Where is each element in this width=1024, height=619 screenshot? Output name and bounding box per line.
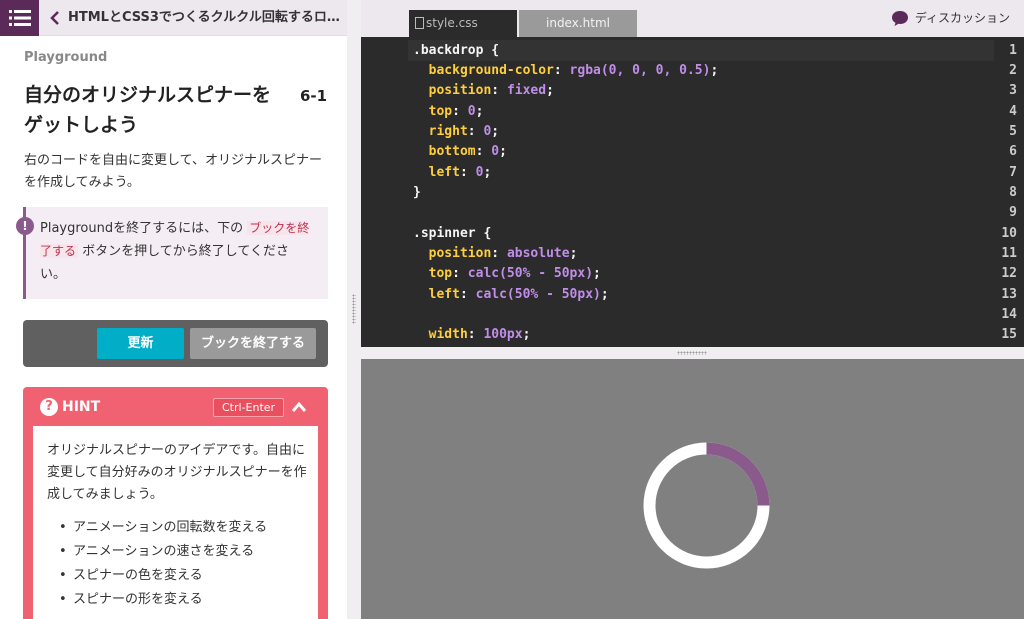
page-title: 自分のオリジナルスピナーをゲットしよう <box>24 84 272 136</box>
line-number: 8 <box>1009 185 1017 200</box>
code-line[interactable]: .backdrop { <box>413 43 499 58</box>
code-token-property: bottom <box>413 144 476 159</box>
end-book-button[interactable]: ブックを終了する <box>190 328 316 359</box>
code-line[interactable]: top: 0; <box>413 104 484 119</box>
code-line[interactable]: width: 100px; <box>413 327 531 342</box>
file-icon <box>415 17 424 29</box>
hint-shortcut: Ctrl-Enter <box>213 398 285 417</box>
splitter-grip-icon[interactable] <box>352 294 356 324</box>
code-token-property: top <box>413 266 453 281</box>
lesson-panel: HTMLとCSS3でつくるクルクル回転するローディングスピナー Playgrou… <box>0 0 347 619</box>
hint-title: HINT <box>62 399 101 415</box>
line-number: 11 <box>1001 246 1017 261</box>
editor-tabbar: style.css index.html ディスカッション <box>361 0 1024 37</box>
line-number: 5 <box>1009 124 1017 139</box>
code-line[interactable]: top: calc(50% - 50px); <box>413 266 601 281</box>
update-button[interactable]: 更新 <box>97 328 184 359</box>
code-editor[interactable]: 1 2 3 4 5 6 7 8 9 10 11 12 13 14 15 .bac… <box>361 37 1024 347</box>
list-item: アニメーションの回転数を変える <box>59 516 267 540</box>
code-token-property: background-color <box>413 63 554 78</box>
code-line[interactable]: left: calc(50% - 50px); <box>413 287 609 302</box>
discussion-label: ディスカッション <box>914 11 1010 25</box>
line-number: 12 <box>1001 266 1017 281</box>
back-chevron-icon[interactable] <box>49 9 61 27</box>
line-number: 10 <box>1001 226 1017 241</box>
code-token-property: right <box>413 124 468 139</box>
line-number: 4 <box>1009 104 1017 119</box>
code-token-value: fixed <box>506 83 547 98</box>
line-number: 13 <box>1001 287 1017 302</box>
code-token-property: position <box>413 246 492 261</box>
line-number: 14 <box>1001 307 1017 322</box>
preview-pane <box>361 359 1024 619</box>
lesson-topbar: HTMLとCSS3でつくるクルクル回転するローディングスピナー <box>0 0 347 36</box>
hint-panel: ? HINT Ctrl-Enter オリジナルスピナーのアイデアです。自由に変更… <box>23 387 328 619</box>
code-token-value: 0 <box>467 104 476 119</box>
code-line[interactable]: background-color: rgba(0, 0, 0, 0.5); <box>413 63 719 78</box>
hint-text: オリジナルスピナーのアイデアです。自由に変更して自分好みのオリジナルスピナーを作… <box>47 443 307 502</box>
code-token-value: rgba(0, 0, 0, 0.5) <box>569 63 711 78</box>
line-number: 3 <box>1009 83 1017 98</box>
code-token-value: 100px <box>483 327 523 342</box>
line-number: 15 <box>1001 327 1017 342</box>
tab-index-html[interactable]: index.html <box>519 10 637 37</box>
hamburger-icon <box>8 10 31 26</box>
speech-bubble-icon <box>891 11 908 26</box>
line-number: 1 <box>1009 43 1017 58</box>
notice-text-before: Playgroundを終了するには、下の <box>40 221 248 236</box>
code-token-value: calc(50% - 50px) <box>467 266 594 281</box>
code-line[interactable]: bottom: 0; <box>413 144 507 159</box>
notice-box: ! Playgroundを終了するには、下の ブックを終了する ボタンを押してか… <box>16 207 328 299</box>
code-token-value: calc(50% - 50px) <box>475 287 601 302</box>
list-item: スピナーの色を変える <box>59 564 267 588</box>
line-number: 7 <box>1009 165 1017 180</box>
menu-button[interactable] <box>0 0 39 36</box>
code-line[interactable]: } <box>413 185 421 200</box>
spinner-arc <box>706 442 770 506</box>
hint-body: オリジナルスピナーのアイデアです。自由に変更して自分好みのオリジナルスピナーを作… <box>33 426 318 619</box>
list-item: アニメーションの速さを変える <box>59 540 267 564</box>
code-line[interactable]: position: fixed; <box>413 83 554 98</box>
lesson-description: 右のコードを自由に変更して、オリジナルスピナーを作成してみよう。 <box>24 153 322 190</box>
list-item: スピナーの形を変える <box>59 588 267 612</box>
notice-text-after: ボタンを押してから終了してください。 <box>40 244 289 282</box>
discussion-link[interactable]: ディスカッション <box>891 9 1010 27</box>
question-icon: ? <box>40 398 58 416</box>
line-gutter <box>361 37 407 347</box>
code-token-value: 0 <box>491 144 500 159</box>
code-line[interactable]: left: 0; <box>413 165 492 180</box>
action-bar: 更新 ブックを終了する <box>23 320 328 367</box>
line-number: 2 <box>1009 63 1017 78</box>
chevron-up-icon[interactable] <box>291 400 307 414</box>
code-line[interactable]: position: absolute; <box>413 246 578 261</box>
code-token-property: left <box>413 165 460 180</box>
code-line[interactable]: .spinner { <box>413 226 491 241</box>
code-token-property: width <box>413 327 468 342</box>
tab-label: style.css <box>426 16 478 30</box>
splitter-grip-icon[interactable] <box>677 351 707 355</box>
code-token-value: absolute <box>506 246 570 261</box>
code-token-property: left <box>413 287 460 302</box>
vertical-splitter[interactable] <box>347 0 361 619</box>
exclamation-icon: ! <box>16 217 34 235</box>
horizontal-splitter[interactable] <box>361 347 1024 359</box>
code-token-property: top <box>413 104 453 119</box>
line-number: 6 <box>1009 144 1017 159</box>
code-line[interactable]: right: 0; <box>413 124 499 139</box>
page-number: 6-1 <box>300 87 328 105</box>
section-label: Playground <box>24 50 108 65</box>
hint-list: アニメーションの回転数を変える アニメーションの速さを変える スピナーの色を変え… <box>59 516 267 612</box>
tab-style-css[interactable]: style.css <box>409 10 517 37</box>
notice-text: Playgroundを終了するには、下の ブックを終了する ボタンを押してから終… <box>40 217 310 286</box>
spinner-ring <box>643 442 770 569</box>
line-number: 9 <box>1009 205 1017 220</box>
code-token-value: 0 <box>483 124 492 139</box>
code-token-property: position <box>413 83 492 98</box>
code-token-value: 0 <box>475 165 484 180</box>
book-title[interactable]: HTMLとCSS3でつくるクルクル回転するローディングスピナー <box>68 9 344 27</box>
